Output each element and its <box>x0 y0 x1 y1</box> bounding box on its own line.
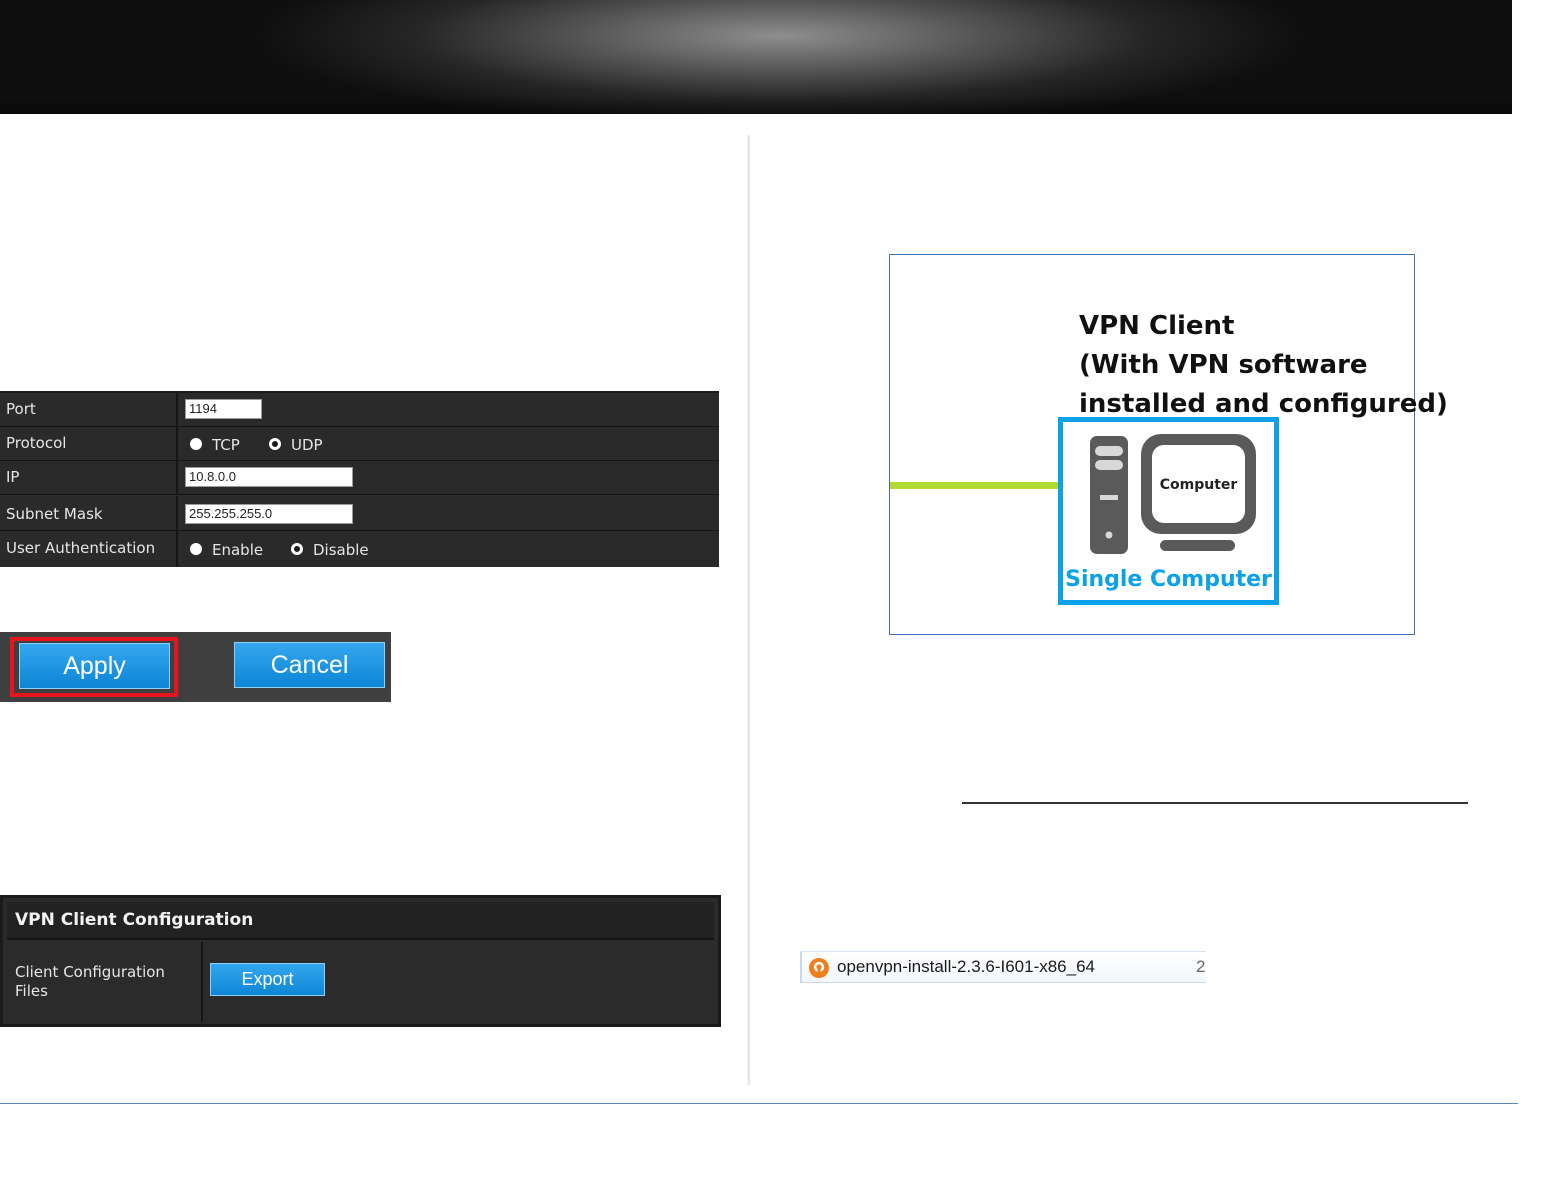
port-label: Port <box>0 393 178 426</box>
vpn-client-configuration-panel: VPN Client Configuration Client Configur… <box>0 895 721 1027</box>
radio-unselected-icon <box>190 438 202 450</box>
openvpn-installer-file[interactable]: openvpn-install-2.3.6-I601-x86_64 2 <box>800 951 1206 983</box>
computer-tower-icon <box>1090 436 1128 554</box>
settings-row-port: Port 1194 <box>0 393 719 427</box>
enable-label: Enable <box>212 541 264 559</box>
column-divider <box>747 135 751 1085</box>
ip-label: IP <box>0 461 178 494</box>
radio-unselected-icon <box>190 543 202 555</box>
subnet-mask-input[interactable]: 255.255.255.0 <box>185 504 353 524</box>
network-connection-line <box>890 482 1060 489</box>
file-next-column: 2 <box>1196 957 1206 976</box>
disable-label: Disable <box>313 541 369 559</box>
footer-rule <box>0 1103 1518 1104</box>
single-computer-caption: Single Computer <box>1065 567 1272 592</box>
protocol-label: Protocol <box>0 427 178 460</box>
tcp-label: TCP <box>212 436 240 454</box>
link-underline <box>962 802 1468 804</box>
subnet-mask-value-cell: 255.255.255.0 <box>180 496 719 530</box>
export-button[interactable]: Export <box>210 963 325 996</box>
monitor-label: Computer <box>1160 477 1238 493</box>
diagram-title-line-1: VPN Client <box>1079 311 1235 341</box>
ip-value-cell: 10.8.0.0 <box>180 461 719 494</box>
cancel-button[interactable]: Cancel <box>234 642 385 688</box>
radio-selected-icon <box>269 438 281 450</box>
openvpn-settings-table: Port 1194 Protocol TCP UDP IP 10.8.0.0 S… <box>0 391 719 567</box>
vpn-client-configuration-title: VPN Client Configuration <box>7 902 714 940</box>
settings-row-ip: IP 10.8.0.0 <box>0 461 719 495</box>
udp-label: UDP <box>291 436 323 454</box>
openvpn-icon <box>809 958 829 978</box>
diagram-title-line-2: (With VPN software <box>1079 350 1368 380</box>
port-input[interactable]: 1194 <box>185 399 262 419</box>
port-value-cell: 1194 <box>180 393 719 426</box>
monitor-icon: Computer <box>1141 434 1256 551</box>
vpn-client-diagram: VPN Client (With VPN software installed … <box>889 254 1448 635</box>
action-buttons-panel: Apply Cancel <box>0 632 391 702</box>
apply-button[interactable]: Apply <box>19 643 170 689</box>
radio-selected-icon <box>291 543 303 555</box>
computer-icon: Computer <box>1090 434 1256 554</box>
single-computer-box: Computer Single Computer <box>1058 417 1279 605</box>
user-authentication-label: User Authentication <box>0 531 178 567</box>
subnet-mask-label: Subnet Mask <box>0 496 178 530</box>
client-configuration-files-label: Client Configuration Files <box>7 942 203 1022</box>
header-banner <box>0 0 1512 114</box>
settings-row-user-authentication: User Authentication Enable Disable <box>0 531 719 567</box>
protocol-value-cell: TCP UDP <box>180 427 719 460</box>
user-authentication-value-cell: Enable Disable <box>180 531 719 567</box>
ip-input[interactable]: 10.8.0.0 <box>185 467 353 487</box>
settings-row-subnet-mask: Subnet Mask 255.255.255.0 <box>0 496 719 531</box>
file-name: openvpn-install-2.3.6-I601-x86_64 <box>837 957 1096 976</box>
settings-row-protocol: Protocol TCP UDP <box>0 427 719 461</box>
diagram-title: VPN Client (With VPN software installed … <box>1079 307 1448 424</box>
